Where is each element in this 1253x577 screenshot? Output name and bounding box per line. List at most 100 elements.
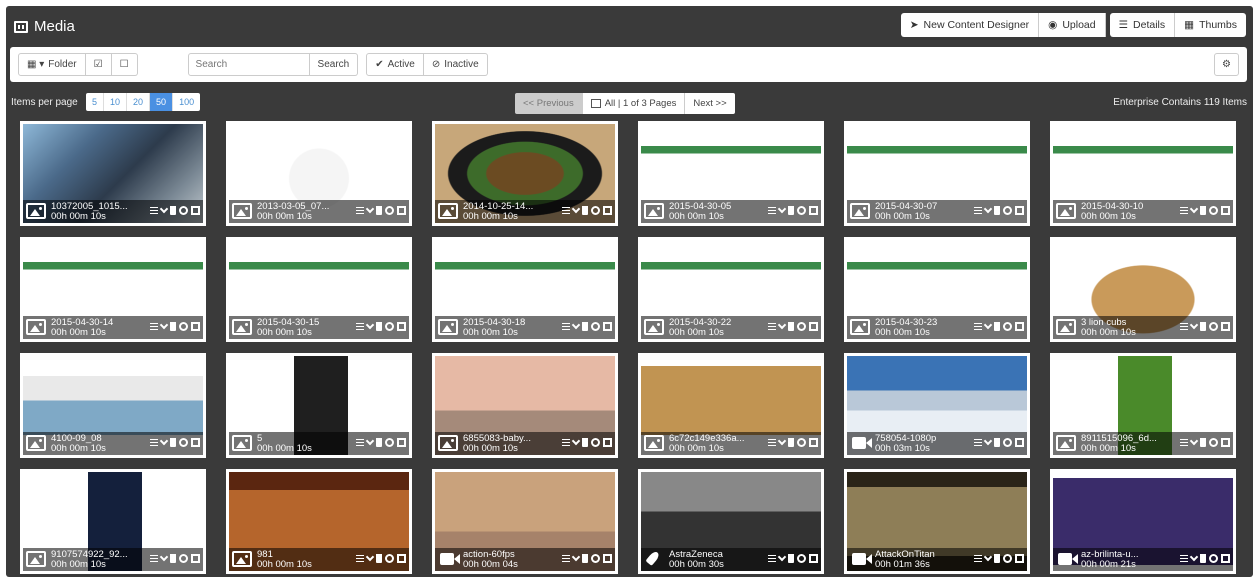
- chevron-down-icon[interactable]: [365, 436, 375, 446]
- film-icon[interactable]: [809, 438, 818, 447]
- trash-icon[interactable]: [376, 554, 382, 563]
- menu-icon[interactable]: [1180, 439, 1188, 446]
- film-icon[interactable]: [1015, 554, 1024, 563]
- film-icon[interactable]: [1015, 206, 1024, 215]
- ban-icon[interactable]: [179, 206, 188, 215]
- ban-icon[interactable]: [591, 554, 600, 563]
- settings-button[interactable]: ⚙: [1214, 53, 1239, 76]
- details-view-button[interactable]: ☰ Details: [1109, 13, 1176, 37]
- chevron-down-icon[interactable]: [571, 436, 581, 446]
- media-tile[interactable]: az-brilinta-u... 00h 00m 21s: [1050, 469, 1236, 574]
- trash-icon[interactable]: [1200, 206, 1206, 215]
- ban-icon[interactable]: [385, 206, 394, 215]
- chevron-down-icon[interactable]: [777, 552, 787, 562]
- ban-icon[interactable]: [1209, 554, 1218, 563]
- film-icon[interactable]: [1015, 322, 1024, 331]
- film-icon[interactable]: [397, 554, 406, 563]
- media-tile[interactable]: 3 lion cubs 00h 00m 10s: [1050, 237, 1236, 342]
- media-tile[interactable]: 4100-09_08 00h 00m 10s: [20, 353, 206, 458]
- page-size-5[interactable]: 5: [86, 93, 105, 111]
- chevron-down-icon[interactable]: [777, 436, 787, 446]
- ban-icon[interactable]: [591, 206, 600, 215]
- page-size-50[interactable]: 50: [150, 93, 174, 111]
- chevron-down-icon[interactable]: [365, 552, 375, 562]
- film-icon[interactable]: [191, 438, 200, 447]
- film-icon[interactable]: [191, 554, 200, 563]
- chevron-down-icon[interactable]: [777, 204, 787, 214]
- film-icon[interactable]: [397, 438, 406, 447]
- ban-icon[interactable]: [385, 322, 394, 331]
- film-icon[interactable]: [1221, 206, 1230, 215]
- inactive-filter-button[interactable]: ⊘ Inactive: [423, 53, 488, 76]
- active-filter-button[interactable]: ✔ Active: [366, 53, 424, 76]
- film-icon[interactable]: [809, 554, 818, 563]
- new-content-designer-button[interactable]: ➤ New Content Designer: [900, 13, 1040, 37]
- trash-icon[interactable]: [994, 206, 1000, 215]
- chevron-down-icon[interactable]: [1189, 436, 1199, 446]
- ban-icon[interactable]: [797, 322, 806, 331]
- chevron-down-icon[interactable]: [777, 320, 787, 330]
- trash-icon[interactable]: [788, 554, 794, 563]
- trash-icon[interactable]: [582, 206, 588, 215]
- ban-icon[interactable]: [179, 554, 188, 563]
- media-tile[interactable]: 2015-04-30-22 00h 00m 10s: [638, 237, 824, 342]
- trash-icon[interactable]: [788, 438, 794, 447]
- ban-icon[interactable]: [797, 554, 806, 563]
- film-icon[interactable]: [397, 322, 406, 331]
- ban-icon[interactable]: [179, 322, 188, 331]
- chevron-down-icon[interactable]: [365, 204, 375, 214]
- trash-icon[interactable]: [994, 438, 1000, 447]
- menu-icon[interactable]: [974, 323, 982, 330]
- film-icon[interactable]: [603, 206, 612, 215]
- trash-icon[interactable]: [376, 438, 382, 447]
- ban-icon[interactable]: [797, 438, 806, 447]
- menu-icon[interactable]: [562, 555, 570, 562]
- menu-icon[interactable]: [356, 555, 364, 562]
- trash-icon[interactable]: [582, 554, 588, 563]
- media-tile[interactable]: AstraZeneca 00h 00m 30s: [638, 469, 824, 574]
- media-tile[interactable]: AttackOnTitan 00h 01m 36s: [844, 469, 1030, 574]
- film-icon[interactable]: [809, 206, 818, 215]
- media-tile[interactable]: 2014-10-25-14... 00h 00m 10s: [432, 121, 618, 226]
- ban-icon[interactable]: [591, 322, 600, 331]
- trash-icon[interactable]: [994, 554, 1000, 563]
- trash-icon[interactable]: [170, 554, 176, 563]
- trash-icon[interactable]: [788, 206, 794, 215]
- menu-icon[interactable]: [150, 555, 158, 562]
- page-size-100[interactable]: 100: [173, 93, 200, 111]
- upload-button[interactable]: ◉ Upload: [1039, 13, 1106, 37]
- media-tile[interactable]: 2015-04-30-18 00h 00m 10s: [432, 237, 618, 342]
- ban-icon[interactable]: [1003, 438, 1012, 447]
- select-all-button[interactable]: ☑: [85, 53, 112, 76]
- trash-icon[interactable]: [582, 438, 588, 447]
- media-tile[interactable]: 2015-04-30-05 00h 00m 10s: [638, 121, 824, 226]
- menu-icon[interactable]: [562, 439, 570, 446]
- chevron-down-icon[interactable]: [571, 552, 581, 562]
- media-tile[interactable]: 6855083-baby... 00h 00m 10s: [432, 353, 618, 458]
- menu-icon[interactable]: [974, 207, 982, 214]
- film-icon[interactable]: [1221, 438, 1230, 447]
- chevron-down-icon[interactable]: [159, 552, 169, 562]
- menu-icon[interactable]: [1180, 207, 1188, 214]
- film-icon[interactable]: [1221, 554, 1230, 563]
- ban-icon[interactable]: [591, 438, 600, 447]
- trash-icon[interactable]: [376, 206, 382, 215]
- film-icon[interactable]: [397, 206, 406, 215]
- film-icon[interactable]: [191, 322, 200, 331]
- trash-icon[interactable]: [1200, 554, 1206, 563]
- film-icon[interactable]: [603, 438, 612, 447]
- media-tile[interactable]: 9107574922_92... 00h 00m 10s: [20, 469, 206, 574]
- trash-icon[interactable]: [994, 322, 1000, 331]
- menu-icon[interactable]: [1180, 555, 1188, 562]
- menu-icon[interactable]: [1180, 323, 1188, 330]
- page-size-10[interactable]: 10: [104, 93, 128, 111]
- menu-icon[interactable]: [974, 555, 982, 562]
- menu-icon[interactable]: [150, 439, 158, 446]
- ban-icon[interactable]: [797, 206, 806, 215]
- menu-icon[interactable]: [356, 323, 364, 330]
- trash-icon[interactable]: [170, 438, 176, 447]
- previous-page-button[interactable]: << Previous: [515, 93, 583, 114]
- film-icon[interactable]: [603, 322, 612, 331]
- menu-icon[interactable]: [974, 439, 982, 446]
- thumbs-view-button[interactable]: ▦ Thumbs: [1175, 13, 1246, 37]
